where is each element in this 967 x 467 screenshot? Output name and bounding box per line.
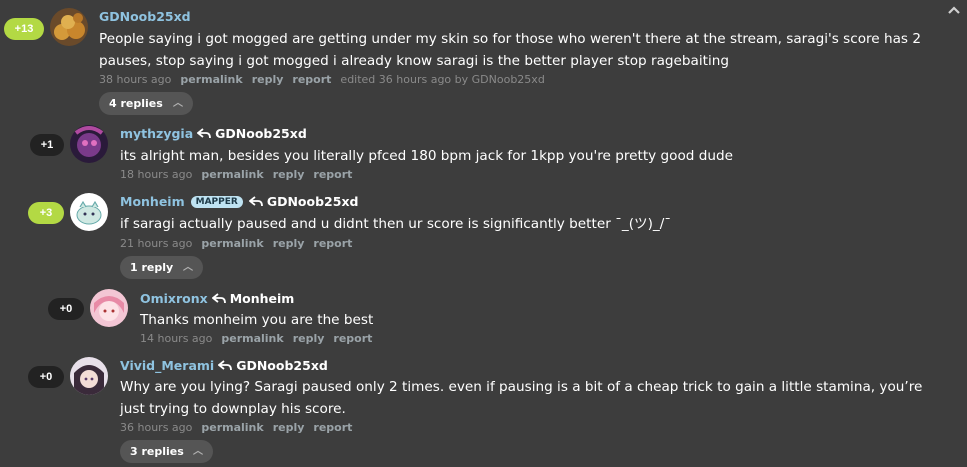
replies-toggle-button[interactable]: 1 reply ︿ (120, 256, 203, 279)
replies-toggle-button[interactable]: 4 replies ︿ (99, 92, 193, 115)
replies-label: 1 reply (130, 261, 174, 274)
username[interactable]: Vivid_Merami (120, 358, 214, 373)
replies-label: 3 replies (130, 445, 184, 458)
avatar[interactable] (90, 289, 128, 327)
timestamp: 18 hours ago (120, 168, 193, 181)
comment-body: if saragi actually paused and u didnt th… (120, 216, 672, 232)
vote-count[interactable]: +1 (30, 134, 64, 156)
chevron-up-icon: ︿ (173, 98, 183, 109)
vote-count[interactable]: +13 (4, 18, 44, 40)
timestamp: 14 hours ago (140, 332, 213, 345)
mapper-badge: MAPPER (190, 195, 243, 208)
timestamp: 21 hours ago (120, 237, 193, 250)
reply-link[interactable]: reply (293, 332, 325, 345)
timestamp: 36 hours ago (120, 421, 193, 434)
username[interactable]: mythzygia (120, 126, 193, 141)
permalink-link[interactable]: permalink (201, 421, 263, 434)
reply-target[interactable]: GDNoob25xd (236, 358, 328, 373)
username[interactable]: Omixronx (140, 291, 208, 306)
avatar[interactable] (70, 193, 108, 231)
report-link[interactable]: report (313, 421, 352, 434)
reply-link[interactable]: reply (273, 168, 305, 181)
reply-link[interactable]: reply (252, 73, 284, 86)
vote-count[interactable]: +0 (28, 366, 64, 388)
reply-arrow-icon (197, 128, 212, 139)
reply-arrow-icon (218, 360, 233, 371)
reply-arrow-icon (248, 196, 263, 207)
permalink-link[interactable]: permalink (201, 237, 263, 250)
permalink-link[interactable]: permalink (201, 168, 263, 181)
chevron-up-icon: ︿ (183, 262, 193, 273)
replies-toggle-button[interactable]: 3 replies ︿ (120, 440, 213, 463)
reply-target[interactable]: Monheim (230, 291, 295, 306)
avatar[interactable] (50, 8, 88, 46)
reply-link[interactable]: reply (273, 237, 305, 250)
report-link[interactable]: report (313, 168, 352, 181)
report-link[interactable]: report (313, 237, 352, 250)
timestamp: 38 hours ago (99, 73, 172, 86)
username[interactable]: GDNoob25xd (99, 9, 191, 24)
avatar[interactable] (70, 125, 108, 163)
chevron-up-icon: ︿ (193, 446, 203, 457)
reply-link[interactable]: reply (273, 421, 305, 434)
replies-label: 4 replies (109, 97, 163, 110)
edited-note: edited 36 hours ago by GDNoob25xd (340, 73, 545, 86)
avatar[interactable] (70, 357, 108, 395)
vote-count[interactable]: +0 (48, 298, 84, 320)
comment-body: People saying i got mogged are getting u… (99, 31, 921, 69)
report-link[interactable]: report (333, 332, 372, 345)
permalink-link[interactable]: permalink (180, 73, 242, 86)
comment-body: Thanks monheim you are the best (140, 312, 374, 328)
reply-target[interactable]: GDNoob25xd (267, 194, 359, 209)
report-link[interactable]: report (292, 73, 331, 86)
permalink-link[interactable]: permalink (221, 332, 283, 345)
reply-arrow-icon (211, 293, 226, 304)
reply-target[interactable]: GDNoob25xd (215, 126, 307, 141)
vote-count[interactable]: +3 (28, 202, 64, 224)
comment-body: its alright man, besides you literally p… (120, 148, 733, 164)
username[interactable]: Monheim (120, 194, 185, 209)
comment-body: Why are you lying? Saragi paused only 2 … (120, 379, 923, 417)
chevron-up-icon[interactable] (947, 4, 961, 16)
